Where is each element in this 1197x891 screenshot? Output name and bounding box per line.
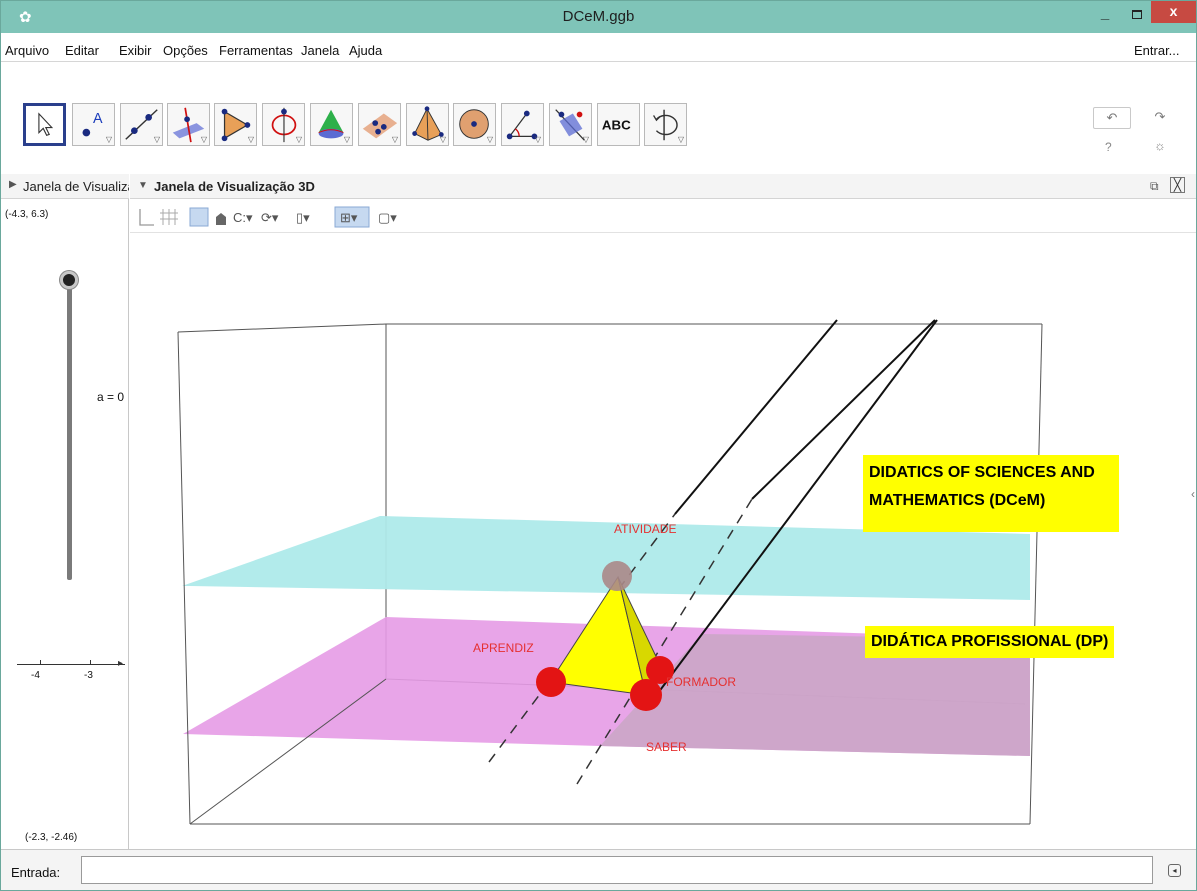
settings-icon[interactable]: ☼ (1154, 138, 1166, 153)
line-tool-button[interactable]: ▽ (120, 103, 163, 146)
move-arrow-icon (38, 112, 54, 136)
expand-arrow-icon[interactable]: ▶ (9, 179, 17, 190)
x-axis-tick (40, 660, 41, 665)
text-tool-icon: ABC (602, 118, 631, 133)
graphics-view-2d-header[interactable]: ▶ Janela de Visualização (1, 174, 129, 199)
polygon-tool-button[interactable]: ▽ (214, 103, 257, 146)
slider-label: a = 0 (97, 390, 125, 404)
toolbar: A ▽ ▽ ▽ ▽ ▽ ▽ ▽ ▽ ▽ ▽ ▽ ABC ▽ ↶ ↷ ? ☼ (1, 63, 1196, 174)
dropdown-arrow-icon: ▽ (391, 135, 398, 144)
coord-bottom-label: (-2.3, -2.46) (25, 832, 78, 843)
menu-opcoes[interactable]: Opções (163, 43, 208, 58)
x-tick-label: -3 (84, 670, 93, 681)
graphics-view-2d-title: Janela de Visualização (23, 179, 129, 194)
atividade-label: ATIVIDADE (614, 522, 677, 536)
close-view-icon[interactable]: ╳ (1170, 177, 1185, 193)
svg-text:▢▾: ▢▾ (378, 210, 397, 225)
maximize-icon (1132, 10, 1142, 19)
svg-text:C:▾: C:▾ (233, 210, 253, 225)
dropdown-arrow-icon: ▽ (295, 135, 302, 144)
window-title: DCeM.ggb (562, 8, 635, 25)
point-atividade[interactable] (602, 561, 632, 591)
rotate-view-tool-button[interactable]: ▽ (644, 103, 687, 146)
input-field[interactable] (81, 856, 1153, 884)
slider-knob[interactable] (60, 271, 78, 289)
menu-ajuda[interactable]: Ajuda (349, 43, 382, 58)
dropdown-arrow-icon: ▽ (247, 135, 254, 144)
close-button[interactable]: x (1151, 1, 1196, 23)
circle-axis-tool-button[interactable]: ▽ (262, 103, 305, 146)
angle-tool-button[interactable]: ▽ (501, 103, 544, 146)
aprendiz-label: APRENDIZ (473, 641, 534, 655)
cone-tool-button[interactable]: ▽ (310, 103, 353, 146)
help-icon[interactable]: ? (1105, 140, 1112, 154)
maximize-button[interactable] (1123, 1, 1151, 29)
reflect-tool-button[interactable]: ▽ (549, 103, 592, 146)
x-axis-arrow-icon: ▸ (118, 658, 124, 669)
style-bar-3d: C:▾ ⟳▾ ▯▾ ⊞▾ ▢▾ (130, 199, 1196, 233)
dropdown-arrow-icon: ▽ (200, 135, 207, 144)
saber-label: SABER (646, 740, 687, 754)
collapse-arrow-icon[interactable]: ▼ (138, 180, 148, 191)
pyramid-tool-button[interactable]: ▽ (406, 103, 449, 146)
x-axis (17, 664, 125, 665)
dropdown-arrow-icon: ▽ (534, 135, 541, 144)
login-link[interactable]: Entrar... (1134, 43, 1180, 58)
menu-editar[interactable]: Editar (65, 43, 99, 58)
point-aprendiz[interactable] (536, 667, 566, 697)
graphics-view-3d-header[interactable]: ▼ Janela de Visualização 3D ⧉ ╳ (130, 174, 1196, 199)
3d-scene[interactable] (130, 234, 1196, 849)
point-tool-button[interactable]: A ▽ (72, 103, 115, 146)
title-bar: ✿ DCeM.ggb _ x (1, 1, 1196, 33)
perpendicular-tool-button[interactable]: ▽ (167, 103, 210, 146)
dropdown-arrow-icon: ▽ (105, 135, 112, 144)
input-bar: Entrada: ◂ (1, 849, 1196, 890)
style-bar-icons: C:▾ ⟳▾ ▯▾ ⊞▾ ▢▾ (139, 206, 397, 228)
point-saber[interactable] (630, 679, 662, 711)
detach-view-icon[interactable]: ⧉ (1150, 179, 1159, 194)
undo-button[interactable]: ↶ (1093, 107, 1131, 129)
input-label: Entrada: (11, 865, 61, 880)
dropdown-arrow-icon: ▽ (343, 135, 350, 144)
coord-top-label: (-4.3, 6.3) (5, 209, 49, 220)
menu-bar: Arquivo Editar Exibir Opções Ferramentas… (1, 34, 1196, 62)
svg-text:⊞▾: ⊞▾ (340, 210, 358, 225)
dropdown-arrow-icon: ▽ (486, 135, 493, 144)
dropdown-arrow-icon: ▽ (582, 135, 589, 144)
sidebar-expand-icon[interactable]: ‹ (1191, 487, 1195, 501)
graphics-view-3d-title: Janela de Visualização 3D (154, 179, 315, 194)
dropdown-arrow-icon: ▽ (153, 135, 160, 144)
menu-exibir[interactable]: Exibir (119, 43, 152, 58)
x-tick-label: -4 (31, 670, 40, 681)
x-axis-tick (90, 660, 91, 665)
plane-tool-button[interactable]: ▽ (358, 103, 401, 146)
formador-label: FORMADOR (666, 675, 736, 689)
svg-text:▯▾: ▯▾ (296, 210, 310, 225)
input-help-icon[interactable]: ◂ (1168, 864, 1181, 877)
svg-text:⟳▾: ⟳▾ (261, 210, 279, 225)
graphics-view-2d[interactable]: ▶ Janela de Visualização (-4.3, 6.3) a =… (1, 174, 129, 849)
redo-button[interactable]: ↷ (1141, 107, 1179, 129)
menu-arquivo[interactable]: Arquivo (5, 43, 49, 58)
graphics-view-3d[interactable]: ▼ Janela de Visualização 3D ⧉ ╳ C:▾ ⟳▾ ▯… (130, 174, 1196, 849)
dropdown-arrow-icon: ▽ (439, 135, 446, 144)
geogebra-window: ✿ DCeM.ggb _ x Arquivo Editar Exibir Opç… (0, 0, 1197, 891)
minimize-button[interactable]: _ (1091, 1, 1119, 29)
dp-label[interactable]: DIDÁTICA PROFISSIONAL (DP) (865, 626, 1115, 658)
dropdown-arrow-icon: ▽ (677, 135, 684, 144)
text-tool-button[interactable]: ABC (597, 103, 640, 146)
slider-track[interactable] (67, 284, 72, 580)
dcem-label[interactable]: DIDATICS OF SCIENCES AND MATHEMATICS (DC… (863, 455, 1119, 532)
svg-text:A: A (93, 111, 103, 127)
menu-ferramentas[interactable]: Ferramentas (219, 43, 293, 58)
svg-text:ABC: ABC (602, 118, 631, 133)
menu-janela[interactable]: Janela (301, 43, 339, 58)
sphere-tool-button[interactable]: ▽ (453, 103, 496, 146)
move-tool-button[interactable] (23, 103, 66, 146)
